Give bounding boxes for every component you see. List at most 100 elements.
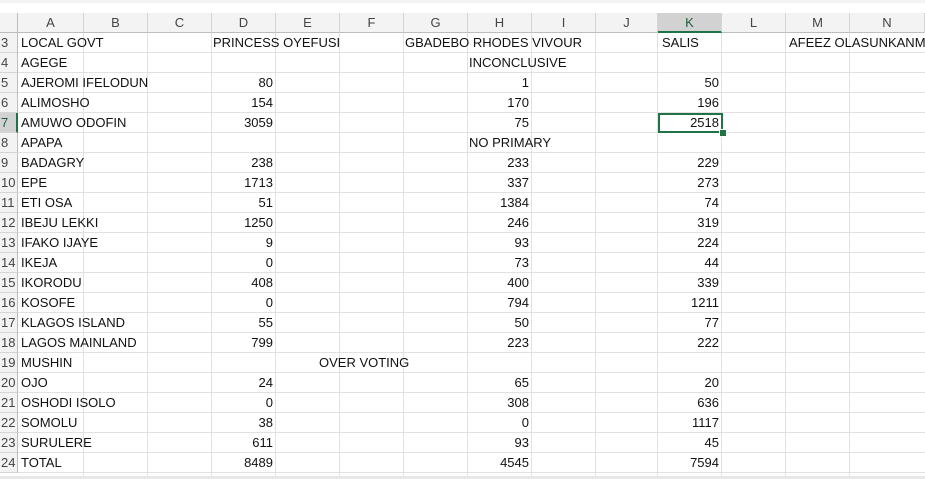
- column-header-a[interactable]: A: [18, 13, 84, 33]
- row-header-10[interactable]: 10: [0, 173, 18, 193]
- cell-k22[interactable]: 1117: [658, 413, 722, 433]
- cell-h6[interactable]: 170: [468, 93, 532, 113]
- cell-k11[interactable]: 74: [658, 193, 722, 213]
- cell-k14[interactable]: 44: [658, 253, 722, 273]
- cell-d6[interactable]: 154: [212, 93, 276, 113]
- cell-h11[interactable]: 1384: [468, 193, 532, 213]
- cell-d14[interactable]: 0: [212, 253, 276, 273]
- row-header-17[interactable]: 17: [0, 313, 18, 333]
- cell-k8[interactable]: [658, 133, 722, 153]
- cell-k16[interactable]: 1211: [658, 293, 722, 313]
- column-header-f[interactable]: F: [340, 13, 404, 33]
- header-candidate-princess[interactable]: PRINCESS OYEFUSI: [213, 33, 353, 53]
- column-header-n[interactable]: N: [850, 13, 925, 33]
- cell-a11[interactable]: ETI OSA: [18, 193, 146, 213]
- cell-h10[interactable]: 337: [468, 173, 532, 193]
- cell-d10[interactable]: 1713: [212, 173, 276, 193]
- row-header-14[interactable]: 14: [0, 253, 18, 273]
- cell-a23[interactable]: SURULERE: [18, 433, 146, 453]
- cell-h4[interactable]: [468, 53, 532, 73]
- cell-k4[interactable]: [658, 53, 722, 73]
- fill-handle[interactable]: [719, 129, 727, 137]
- cell-h7[interactable]: 75: [468, 113, 532, 133]
- header-candidate-afeez[interactable]: AFEEZ OLASUNKANMI: [789, 33, 925, 53]
- cell-d8[interactable]: [212, 133, 276, 153]
- cell-d15[interactable]: 408: [212, 273, 276, 293]
- cell-k9[interactable]: 229: [658, 153, 722, 173]
- row-header-3[interactable]: 3: [0, 33, 18, 53]
- row-header-15[interactable]: 15: [0, 273, 18, 293]
- cell-a10[interactable]: EPE: [18, 173, 146, 193]
- column-header-d[interactable]: D: [212, 13, 276, 33]
- row-header-6[interactable]: 6: [0, 93, 18, 113]
- column-header-i[interactable]: I: [532, 13, 596, 33]
- row-header-22[interactable]: 22: [0, 413, 18, 433]
- cell-a6[interactable]: ALIMOSHO: [18, 93, 146, 113]
- cell-d17[interactable]: 55: [212, 313, 276, 333]
- cell-a22[interactable]: SOMOLU: [18, 413, 146, 433]
- cell-d12[interactable]: 1250: [212, 213, 276, 233]
- row-header-18[interactable]: 18: [0, 333, 18, 353]
- row-header-20[interactable]: 20: [0, 373, 18, 393]
- cell-a9[interactable]: BADAGRY: [18, 153, 146, 173]
- cell-a14[interactable]: IKEJA: [18, 253, 146, 273]
- cell-h15[interactable]: 400: [468, 273, 532, 293]
- row-header-8[interactable]: 8: [0, 133, 18, 153]
- cell-d16[interactable]: 0: [212, 293, 276, 313]
- header-candidate-salis[interactable]: SALIS: [662, 33, 722, 53]
- cell-h21[interactable]: 308: [468, 393, 532, 413]
- cell-a19[interactable]: MUSHIN: [18, 353, 146, 373]
- active-cell-k7[interactable]: [658, 113, 723, 133]
- column-header-e[interactable]: E: [276, 13, 340, 33]
- row-header-9[interactable]: 9: [0, 153, 18, 173]
- row-header-23[interactable]: 23: [0, 433, 18, 453]
- note-over-voting[interactable]: OVER VOTING: [319, 353, 439, 373]
- cell-a17[interactable]: KLAGOS ISLAND: [18, 313, 146, 333]
- cell-d9[interactable]: 238: [212, 153, 276, 173]
- cell-d4[interactable]: [212, 53, 276, 73]
- cell-h20[interactable]: 65: [468, 373, 532, 393]
- row-header-19[interactable]: 19: [0, 353, 18, 373]
- cell-a8[interactable]: APAPA: [18, 133, 146, 153]
- cell-a18[interactable]: LAGOS MAINLAND: [18, 333, 146, 353]
- spreadsheet[interactable]: ABCDEFGHIJKLMN 3 4 5 6 7 8 9 10 11 12 13 14 15 16 17 18…: [0, 0, 925, 479]
- column-header-b[interactable]: B: [84, 13, 148, 33]
- cell-h22[interactable]: 0: [468, 413, 532, 433]
- cell-h12[interactable]: 246: [468, 213, 532, 233]
- column-header-l[interactable]: L: [722, 13, 786, 33]
- row-header-13[interactable]: 13: [0, 233, 18, 253]
- cell-a13[interactable]: IFAKO IJAYE: [18, 233, 146, 253]
- cell-k23[interactable]: 45: [658, 433, 722, 453]
- cell-d24[interactable]: 8489: [212, 453, 276, 473]
- cell-k15[interactable]: 339: [658, 273, 722, 293]
- cell-a5[interactable]: AJEROMI IFELODUN: [18, 73, 148, 93]
- cell-h17[interactable]: 50: [468, 313, 532, 333]
- row-header-5[interactable]: 5: [0, 73, 18, 93]
- row-header-12[interactable]: 12: [0, 213, 18, 233]
- cell-h16[interactable]: 794: [468, 293, 532, 313]
- cell-k18[interactable]: 222: [658, 333, 722, 353]
- cell-k6[interactable]: 196: [658, 93, 722, 113]
- cell-a16[interactable]: KOSOFE: [18, 293, 146, 313]
- cell-k13[interactable]: 224: [658, 233, 722, 253]
- cell-k10[interactable]: 273: [658, 173, 722, 193]
- cell-k12[interactable]: 319: [658, 213, 722, 233]
- cell-k20[interactable]: 20: [658, 373, 722, 393]
- row-header-21[interactable]: 21: [0, 393, 18, 413]
- cell-k21[interactable]: 636: [658, 393, 722, 413]
- cell-d20[interactable]: 24: [212, 373, 276, 393]
- select-all-corner[interactable]: [0, 13, 18, 33]
- cell-h5[interactable]: 1: [468, 73, 532, 93]
- cell-d11[interactable]: 51: [212, 193, 276, 213]
- row-header-24[interactable]: 24: [0, 453, 18, 473]
- cell-a20[interactable]: OJO: [18, 373, 146, 393]
- cell-a15[interactable]: IKORODU: [18, 273, 146, 293]
- cell-k5[interactable]: 50: [658, 73, 722, 93]
- cell-h23[interactable]: 93: [468, 433, 532, 453]
- cell-d18[interactable]: 799: [212, 333, 276, 353]
- header-candidate-gbadebo[interactable]: GBADEBO RHODES VIVOUR: [405, 33, 605, 53]
- column-header-j[interactable]: J: [596, 13, 658, 33]
- row-header-4[interactable]: 4: [0, 53, 18, 73]
- cell-d23[interactable]: 611: [212, 433, 276, 453]
- cell-d7[interactable]: 3059: [212, 113, 276, 133]
